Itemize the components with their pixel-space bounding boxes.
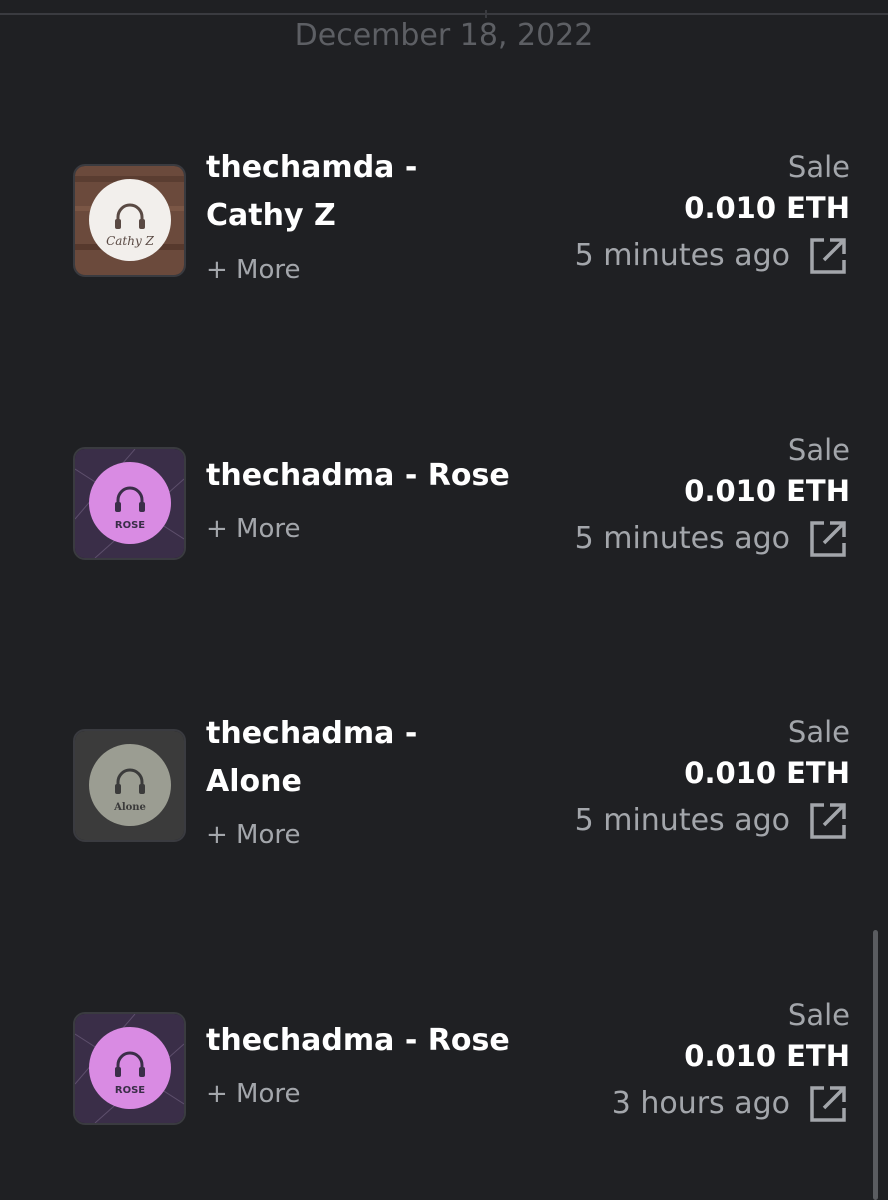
date-header: December 18, 2022	[294, 18, 594, 53]
nft-thumbnail[interactable]: Alone	[73, 729, 186, 842]
item-title[interactable]: thechadma - Rose	[206, 452, 526, 500]
price: 0.010 ETH	[684, 191, 850, 225]
event-type: Sale	[787, 715, 850, 749]
more-link[interactable]: + More	[206, 511, 301, 547]
item-title[interactable]: thechadma - Rose	[206, 1017, 526, 1065]
album-cover-image: Cathy Z	[75, 166, 184, 275]
nft-thumbnail[interactable]: ROSE	[73, 1012, 186, 1125]
event-type: Sale	[787, 433, 850, 467]
event-type: Sale	[787, 150, 850, 184]
album-cover-image: ROSE	[75, 1014, 184, 1123]
external-link-icon[interactable]	[806, 517, 850, 561]
nft-thumbnail[interactable]: ROSE	[73, 447, 186, 560]
album-cover-image: ROSE	[75, 449, 184, 558]
item-title[interactable]: thechamda - Cathy Z	[206, 144, 526, 240]
price: 0.010 ETH	[684, 756, 850, 790]
cover-label: ROSE	[115, 520, 145, 531]
scrollbar[interactable]	[873, 930, 878, 1200]
timestamp: 5 minutes ago	[574, 803, 790, 838]
event-type: Sale	[787, 998, 850, 1032]
top-divider	[0, 0, 888, 15]
external-link-icon[interactable]	[806, 1082, 850, 1126]
sale-info: Sale 0.010 ETH 3 hours ago	[612, 996, 850, 1126]
sale-info: Sale 0.010 ETH 5 minutes ago	[575, 148, 850, 278]
cover-label: Cathy Z	[106, 234, 154, 248]
cover-label: ROSE	[115, 1085, 145, 1096]
album-cover-image: Alone	[75, 731, 184, 840]
sale-info: Sale 0.010 ETH 5 minutes ago	[575, 713, 850, 843]
price: 0.010 ETH	[684, 1039, 850, 1073]
more-link[interactable]: + More	[206, 817, 301, 853]
external-link-icon[interactable]	[806, 799, 850, 843]
more-link[interactable]: + More	[206, 1076, 301, 1112]
timestamp: 5 minutes ago	[574, 238, 790, 273]
sale-info: Sale 0.010 ETH 5 minutes ago	[575, 431, 850, 561]
timestamp: 3 hours ago	[611, 1086, 790, 1121]
price: 0.010 ETH	[684, 474, 850, 508]
cover-label: Alone	[113, 802, 146, 813]
external-link-icon[interactable]	[806, 234, 850, 278]
item-title[interactable]: thechadma - Alone	[206, 710, 526, 806]
nft-thumbnail[interactable]: Cathy Z	[73, 164, 186, 277]
more-link[interactable]: + More	[206, 252, 301, 288]
timestamp: 5 minutes ago	[574, 521, 790, 556]
